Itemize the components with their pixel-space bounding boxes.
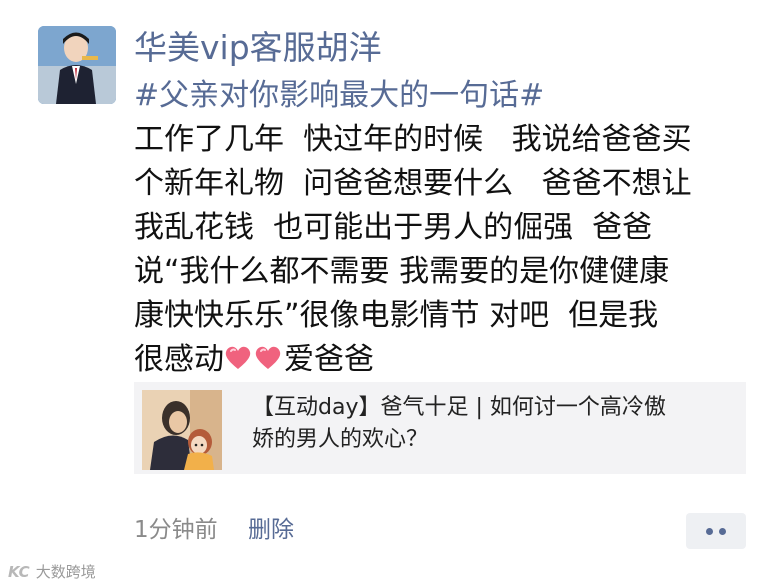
avatar-image	[38, 26, 116, 104]
post-body-line: 我乱花钱 也可能出于男人的倔强 爸爸	[134, 210, 653, 245]
watermark-logo: KC	[8, 563, 30, 581]
heart-icon	[255, 346, 281, 369]
post-body: #父亲对你影响最大的一句话# 工作了几年 快过年的时候 我说给爸爸买 个新年礼物 问…	[134, 74, 754, 382]
article-title: 【互动day】爸气十足 | 如何讨一个高冷傲 娇的男人的欢心？	[252, 392, 732, 456]
post-body-line: 很感动	[134, 342, 224, 377]
post-body-last-line: 很感动 爱爸爸	[134, 338, 754, 382]
post-hashtag-line: #父亲对你影响最大的一句话#	[134, 74, 754, 118]
post-timestamp: 1分钟前	[134, 517, 218, 543]
post-author-name[interactable]: 华美vip客服胡洋	[134, 28, 382, 68]
post-body-line: 说“我什么都不需要 我需要的是你健健康	[134, 254, 670, 289]
article-thumbnail	[142, 390, 222, 470]
more-dots-icon	[706, 528, 713, 535]
post-body-line: 康快快乐乐”很像电影情节 对吧 但是我	[134, 298, 659, 333]
article-title-line: 【互动day】爸气十足 | 如何讨一个高冷傲	[252, 395, 666, 420]
shared-article-card[interactable]: 【互动day】爸气十足 | 如何讨一个高冷傲 娇的男人的欢心？	[134, 382, 746, 474]
watermark: KC 大数跨境	[8, 561, 96, 583]
post-closing-text: 爱爸爸	[284, 342, 374, 377]
post-body-line: 工作了几年 快过年的时候 我说给爸爸买	[134, 122, 692, 157]
more-dots-icon	[719, 528, 726, 535]
more-button[interactable]	[686, 513, 746, 549]
heart-icon	[225, 346, 251, 369]
article-title-line: 娇的男人的欢心？	[252, 427, 429, 452]
avatar[interactable]	[38, 26, 116, 104]
post-hashtag[interactable]: #父亲对你影响最大的一句话#	[134, 78, 544, 113]
delete-button[interactable]: 删除	[248, 514, 294, 546]
article-thumbnail-illustration	[142, 390, 222, 470]
watermark-text: 大数跨境	[35, 563, 96, 581]
post-body-line: 个新年礼物 问爸爸想要什么 爸爸不想让	[134, 166, 692, 201]
